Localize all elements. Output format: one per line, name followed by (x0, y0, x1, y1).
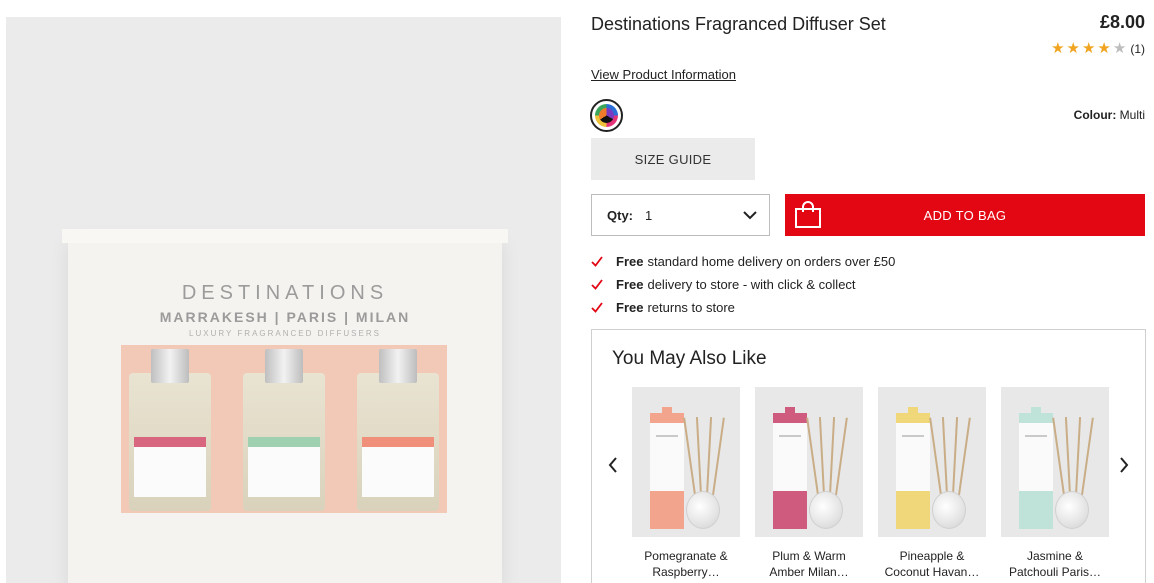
perk-item: Free delivery to store - with click & co… (591, 273, 895, 296)
bottle-label (248, 437, 320, 497)
size-guide-button[interactable]: SIZE GUIDE (591, 138, 755, 180)
colour-indicator: Colour: Multi (1074, 108, 1145, 122)
recommendation-image[interactable] (755, 387, 863, 537)
recommendation-name[interactable]: Pomegranate & Raspberry… (632, 548, 740, 580)
qty-label: Qty: (607, 207, 633, 223)
recommendation-card[interactable]: Jasmine & Patchouli Paris… (1001, 387, 1109, 580)
checkmark-icon (591, 279, 616, 290)
box-brand: DESTINATIONS (181, 282, 389, 304)
product-image[interactable]: DESTINATIONS MARRAKESH | PARIS | MILAN L… (6, 17, 561, 583)
you-may-also-like-carousel: You May Also Like Pomegranate & Raspberr… (591, 329, 1146, 583)
name-line: Amber Milan… (769, 565, 849, 579)
rating[interactable]: ★ ★ ★ ★ ★ (1) (1051, 41, 1145, 56)
name-line: Patchouli Paris… (1008, 565, 1102, 579)
bottle-label (134, 437, 206, 497)
perk-item: Free standard home delivery on orders ov… (591, 250, 895, 273)
carousel-title: You May Also Like (612, 348, 767, 369)
box-cities: MARRAKESH | PARIS | MILAN (159, 309, 411, 325)
star-icon: ★ (1097, 40, 1111, 57)
carousel-prev-button[interactable] (604, 454, 622, 476)
recommendation-image[interactable] (878, 387, 986, 537)
product-title: Destinations Fragranced Diffuser Set (591, 14, 886, 34)
add-to-bag-label: ADD TO BAG (923, 208, 1007, 223)
colour-value: Multi (1119, 108, 1145, 122)
name-line: Jasmine & (1026, 549, 1084, 563)
diffuser-bottle (686, 491, 720, 529)
recommendation-name[interactable]: Pineapple & Coconut Havan… (878, 548, 986, 580)
recommendation-card[interactable]: Pomegranate & Raspberry… (632, 387, 740, 580)
recommendation-image[interactable] (1001, 387, 1109, 537)
perk-bold: Free (616, 300, 644, 315)
checkmark-icon (591, 302, 616, 313)
product-price: £8.00 (1099, 12, 1145, 32)
bottle-marrakesh (357, 349, 439, 511)
multi-colour-icon (595, 104, 618, 127)
view-product-information-link[interactable]: View Product Information (591, 67, 736, 82)
chevron-down-icon (743, 210, 757, 220)
bottle-label (362, 437, 434, 497)
star-icon: ★ (1081, 40, 1096, 57)
perk-text: returns to store (647, 300, 735, 315)
recommendation-card[interactable]: Plum & Warm Amber Milan… (755, 387, 863, 580)
name-line: Pomegranate & (644, 549, 728, 563)
star-icon: ★ (1112, 40, 1127, 57)
product-box: DESTINATIONS MARRAKESH | PARIS | MILAN L… (62, 229, 508, 583)
recommendation-name[interactable]: Plum & Warm Amber Milan… (755, 548, 863, 580)
name-line: Coconut Havan… (884, 565, 980, 579)
diffuser-box (773, 407, 807, 529)
perk-text: standard home delivery on orders over £5… (647, 254, 896, 269)
qty-value: 1 (645, 207, 653, 223)
diffuser-box (896, 407, 930, 529)
name-line: Plum & Warm (772, 549, 846, 563)
box-tagline: LUXURY FRAGRANCED DIFFUSERS (189, 329, 381, 338)
bottle-milan (129, 349, 211, 511)
checkmark-icon (591, 256, 616, 267)
add-to-bag-button[interactable]: ADD TO BAG (785, 194, 1145, 236)
star-icon: ★ (1066, 40, 1080, 57)
diffuser-box (1019, 407, 1053, 529)
diffuser-bottle (932, 491, 966, 529)
chevron-left-icon (608, 457, 617, 473)
bottle-band (248, 437, 320, 447)
diffuser-bottle (809, 491, 843, 529)
bottle-band (134, 437, 206, 447)
colour-swatch-multi[interactable] (590, 99, 623, 132)
bottle-band (362, 437, 434, 447)
box-window (121, 345, 447, 513)
recommendation-name[interactable]: Jasmine & Patchouli Paris… (1001, 548, 1109, 580)
diffuser-box (650, 407, 684, 529)
recommendation-image[interactable] (632, 387, 740, 537)
bottle-paris (243, 349, 325, 511)
recommendation-card[interactable]: Pineapple & Coconut Havan… (878, 387, 986, 580)
carousel-next-button[interactable] (1115, 454, 1133, 476)
delivery-perks: Free standard home delivery on orders ov… (591, 250, 895, 319)
perk-bold: Free (616, 277, 644, 292)
rating-count[interactable]: (1) (1130, 42, 1145, 56)
perk-text: delivery to store - with click & collect (647, 277, 856, 292)
name-line: Pineapple & (899, 549, 965, 563)
diffuser-bottle (1055, 491, 1089, 529)
chevron-right-icon (1120, 457, 1129, 473)
perk-bold: Free (616, 254, 644, 269)
quantity-select[interactable]: Qty: 1 (591, 194, 770, 236)
star-icon: ★ (1051, 40, 1065, 57)
colour-label: Colour: (1073, 108, 1117, 122)
perk-item: Free returns to store (591, 296, 895, 319)
name-line: Raspberry… (652, 565, 720, 579)
